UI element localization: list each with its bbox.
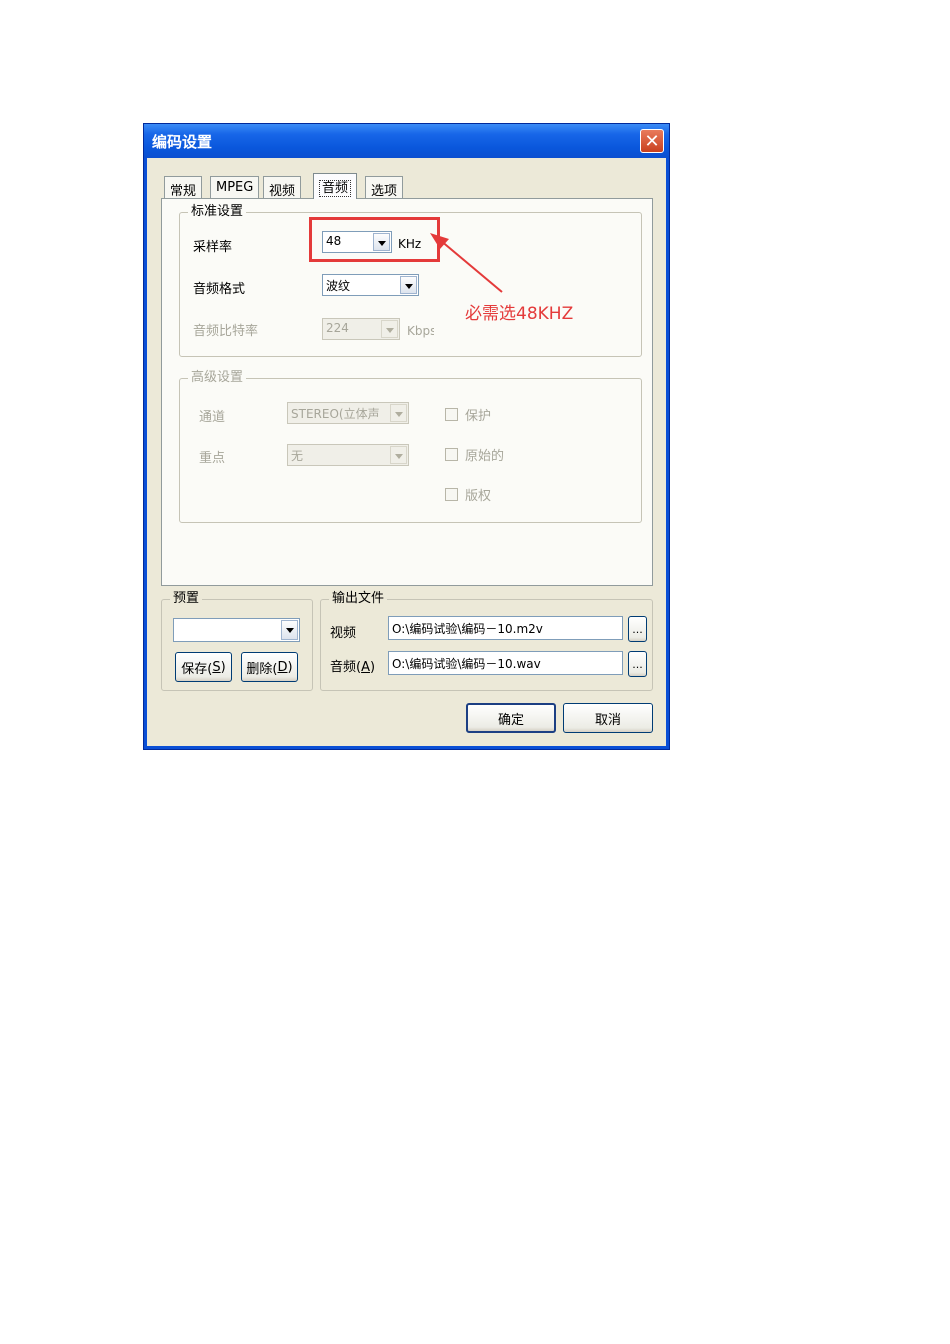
copyright-checkbox — [445, 488, 458, 501]
video-output-label: 视频 — [330, 626, 357, 641]
audio-format-label: 音频格式 — [193, 282, 246, 297]
emphasis-value: 无 — [291, 449, 304, 463]
ok-button[interactable]: 确定 — [466, 703, 556, 733]
group-label: 标准设置 — [188, 204, 247, 220]
video-browse-button[interactable]: ... — [628, 616, 647, 642]
chevron-down-icon[interactable] — [400, 276, 417, 294]
annotation-text: 必需选48KHZ — [465, 304, 574, 324]
protect-checkbox — [445, 408, 458, 421]
audio-output-path[interactable]: O:\编码试验\编码－10.wav — [388, 651, 623, 675]
output-files-group: 输出文件 视频 O:\编码试验\编码－10.m2v ... 音频(A) O:\编… — [320, 591, 653, 691]
button-label: 保存( — [181, 661, 213, 677]
preset-combo[interactable] — [173, 618, 300, 642]
tab-label: 音频 — [319, 180, 352, 197]
group-label: 高级设置 — [188, 370, 247, 386]
audio-browse-button[interactable]: ... — [628, 651, 647, 677]
tab-video[interactable]: 视频 — [263, 176, 302, 199]
dialog-client-area: 常规 MPEG 视频 音频 选项 标准设置 采样率 48 KHz 音频格式 波纹… — [147, 158, 666, 746]
video-output-path[interactable]: O:\编码试验\编码－10.m2v — [388, 616, 623, 640]
close-icon: ✕ — [644, 130, 660, 152]
original-label: 原始的 — [465, 449, 505, 464]
chevron-down-icon[interactable] — [281, 620, 298, 640]
chevron-down-icon — [390, 446, 407, 464]
label-hotkey: A — [361, 660, 370, 675]
cancel-button[interactable]: 取消 — [563, 703, 653, 733]
audio-format-value: 波纹 — [326, 279, 351, 293]
tab-label: 选项 — [371, 184, 398, 199]
group-label: 预置 — [170, 591, 203, 607]
tab-label: MPEG — [216, 180, 254, 195]
label-text: 音频( — [330, 660, 362, 675]
label-tail: ) — [369, 660, 376, 675]
save-preset-button[interactable]: 保存(S) — [175, 652, 232, 682]
window-title: 编码设置 — [152, 133, 213, 151]
bitrate-value: 224 — [326, 321, 349, 335]
delete-preset-button[interactable]: 删除(D) — [241, 652, 298, 682]
button-label-tail: ) — [220, 659, 226, 675]
group-label: 输出文件 — [329, 591, 388, 607]
annotation-highlight-box — [309, 217, 440, 262]
tab-audio[interactable]: 音频 — [313, 173, 358, 199]
button-label: 删除( — [246, 661, 278, 677]
chevron-down-icon — [381, 320, 398, 338]
tab-label: 常规 — [170, 184, 197, 199]
chevron-down-icon — [390, 404, 407, 422]
emphasis-combo: 无 — [287, 444, 409, 466]
channel-value: STEREO(立体声 — [291, 407, 380, 421]
copyright-label: 版权 — [465, 489, 492, 504]
title-bar[interactable]: 编码设置 ✕ — [144, 124, 669, 158]
button-hotkey: D — [277, 659, 288, 675]
preset-group: 预置 保存(S) 删除(D) — [161, 591, 313, 691]
bitrate-unit: Kbps — [407, 324, 434, 338]
audio-output-label: 音频(A) — [330, 656, 375, 675]
advanced-settings-group: 高级设置 通道 STEREO(立体声 重点 无 保护 原始的 版权 — [179, 370, 642, 523]
bitrate-combo: 224 — [322, 318, 400, 340]
bitrate-label: 音频比特率 — [193, 324, 259, 339]
tab-general[interactable]: 常规 — [164, 176, 203, 199]
button-label-tail: ) — [287, 659, 293, 675]
tab-mpeg[interactable]: MPEG — [210, 176, 260, 198]
close-button[interactable]: ✕ — [640, 129, 664, 153]
original-checkbox — [445, 448, 458, 461]
protect-label: 保护 — [465, 409, 492, 424]
encoding-settings-dialog: 编码设置 ✕ 常规 MPEG 视频 音频 选项 标准设置 采样率 48 KHz … — [143, 123, 670, 750]
button-hotkey: S — [212, 659, 221, 675]
tab-options[interactable]: 选项 — [365, 176, 404, 199]
emphasis-label: 重点 — [199, 451, 226, 466]
tab-label: 视频 — [269, 184, 296, 199]
audio-format-combo[interactable]: 波纹 — [322, 274, 419, 296]
channel-label: 通道 — [199, 410, 226, 425]
channel-combo: STEREO(立体声 — [287, 402, 409, 424]
sample-rate-label: 采样率 — [193, 240, 233, 255]
